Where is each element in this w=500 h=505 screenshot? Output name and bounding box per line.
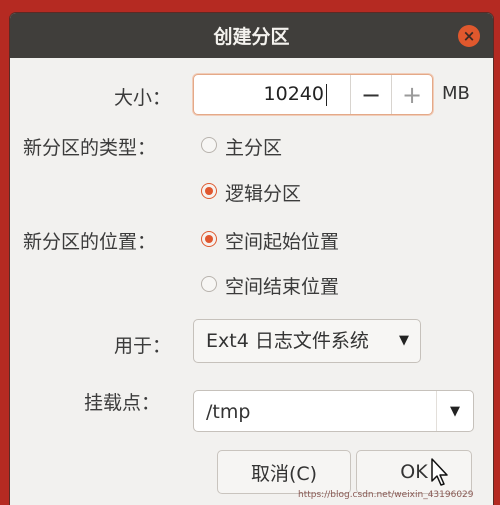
- size-label: 大小：: [114, 87, 172, 109]
- mount-dropdown-button[interactable]: ▼: [436, 391, 473, 431]
- radio-start-of-space[interactable]: [201, 231, 217, 247]
- decrement-button[interactable]: −: [350, 75, 391, 114]
- use-as-label: 用于：: [114, 335, 172, 357]
- dialog-title: 创建分区: [213, 26, 290, 48]
- plus-icon: +: [401, 80, 423, 109]
- partition-location-label: 新分区的位置：: [23, 231, 157, 253]
- ok-button[interactable]: OK: [356, 450, 472, 494]
- title-bar: 创建分区 ×: [10, 13, 493, 58]
- watermark: https://blog.csdn.net/weixin_43196029: [298, 490, 474, 500]
- mount-point-label: 挂载点：: [84, 392, 161, 414]
- increment-button[interactable]: +: [391, 75, 432, 114]
- create-partition-dialog: 创建分区 × 大小： 10240 − + MB 新分区的类型： 主分区 逻辑分区…: [10, 13, 493, 505]
- mount-point-input[interactable]: [204, 391, 428, 433]
- size-input[interactable]: 10240: [198, 75, 324, 114]
- radio-primary-partition[interactable]: [201, 137, 217, 153]
- text-caret: [326, 84, 327, 106]
- close-icon: ×: [462, 26, 476, 45]
- radio-logical-partition[interactable]: [201, 183, 217, 199]
- cancel-button-label: 取消(C): [250, 462, 318, 485]
- logical-partition-label[interactable]: 逻辑分区: [225, 179, 301, 206]
- end-of-space-label[interactable]: 空间结束位置: [225, 272, 339, 299]
- primary-partition-label[interactable]: 主分区: [225, 133, 282, 160]
- minus-icon: −: [360, 80, 382, 109]
- size-spinbox[interactable]: 10240 − +: [193, 74, 433, 115]
- mouse-pointer-icon: [431, 458, 448, 486]
- chevron-down-icon: ▼: [450, 403, 460, 419]
- radio-end-of-space[interactable]: [201, 276, 217, 292]
- ok-button-label: OK: [400, 461, 428, 483]
- cancel-button[interactable]: 取消(C): [217, 450, 351, 494]
- close-button[interactable]: ×: [458, 25, 480, 47]
- partition-type-label: 新分区的类型：: [23, 137, 157, 159]
- mount-point-combobox[interactable]: ▼: [193, 390, 474, 433]
- filesystem-value: Ext4 日志文件系统: [206, 330, 369, 352]
- start-of-space-label[interactable]: 空间起始位置: [225, 227, 339, 254]
- filesystem-dropdown[interactable]: Ext4 日志文件系统 ▼: [193, 319, 421, 363]
- size-unit: MB: [442, 83, 470, 104]
- chevron-down-icon: ▼: [399, 333, 409, 348]
